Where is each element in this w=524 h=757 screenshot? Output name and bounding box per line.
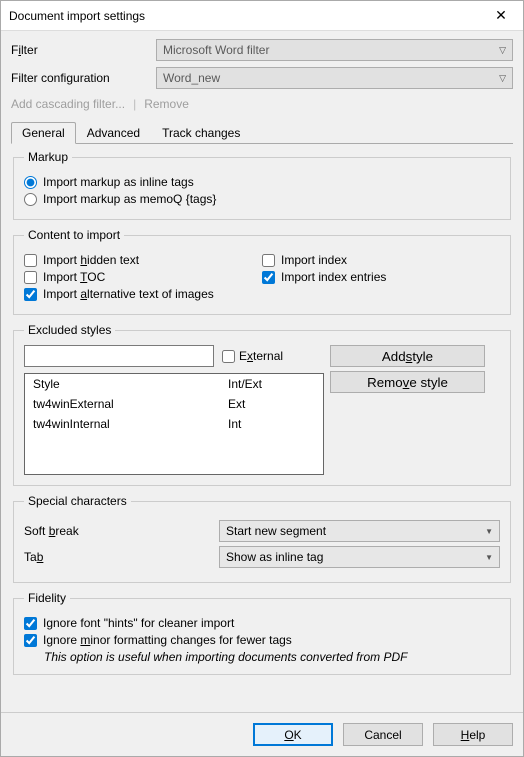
separator: | [133, 97, 136, 111]
tab-bar: General Advanced Track changes [11, 121, 513, 144]
minor-formatting-checkbox[interactable] [24, 634, 37, 647]
hints-checkbox[interactable] [24, 617, 37, 630]
fidelity-legend: Fidelity [24, 591, 70, 605]
general-panel: Markup Import markup as inline tags Impo… [11, 144, 513, 685]
fidelity-note: This option is useful when importing doc… [24, 650, 500, 664]
row-style: tw4winExternal [33, 397, 228, 411]
alt-text-option[interactable]: Import alternative text of images [24, 287, 262, 301]
filter-config-dropdown[interactable]: Word_new ▽ [156, 67, 513, 89]
close-button[interactable]: ✕ [479, 2, 523, 30]
markup-inline-label: Import markup as inline tags [43, 175, 194, 189]
add-style-button[interactable]: Add style [330, 345, 485, 367]
row-ie: Int [228, 417, 315, 431]
tab-advanced[interactable]: Advanced [76, 122, 151, 144]
filter-config-row: Filter configuration Word_new ▽ [11, 67, 513, 89]
chevron-down-icon: ▽ [499, 45, 506, 56]
table-row-empty [25, 454, 323, 474]
remove-filter-link[interactable]: Remove [144, 97, 189, 111]
markup-inline-option[interactable]: Import markup as inline tags [24, 175, 500, 189]
filter-label: Filter [11, 43, 156, 57]
softbreak-value: Start new segment [226, 524, 326, 538]
toc-checkbox[interactable] [24, 271, 37, 284]
tab-dropdown[interactable]: Show as inline tag ▼ [219, 546, 500, 568]
content-legend: Content to import [24, 228, 124, 242]
tab-track-changes[interactable]: Track changes [151, 122, 251, 144]
titlebar: Document import settings ✕ [1, 1, 523, 31]
hints-label: Ignore font "hints" for cleaner import [43, 616, 234, 630]
hidden-text-label: Import hidden text [43, 253, 139, 267]
row-style: tw4winInternal [33, 417, 228, 431]
filter-row: Filter Microsoft Word filter ▽ [11, 39, 513, 61]
table-row-empty [25, 434, 323, 454]
dialog-footer: OK Cancel Help [1, 712, 523, 756]
content-group: Content to import Import hidden text Imp… [13, 228, 511, 315]
index-checkbox[interactable] [262, 254, 275, 267]
excluded-legend: Excluded styles [24, 323, 115, 337]
ok-button[interactable]: OK [253, 723, 333, 746]
toc-option[interactable]: Import TOC [24, 270, 262, 284]
tab-general[interactable]: General [11, 122, 76, 144]
style-table: Style Int/Ext tw4winExternal Ext tw4winI… [24, 373, 324, 475]
softbreak-label: Soft break [24, 524, 219, 538]
fidelity-group: Fidelity Ignore font "hints" for cleaner… [13, 591, 511, 675]
special-chars-group: Special characters Soft break Start new … [13, 494, 511, 583]
external-label: External [239, 349, 283, 363]
softbreak-dropdown[interactable]: Start new segment ▼ [219, 520, 500, 542]
tab-value: Show as inline tag [226, 550, 323, 564]
filter-config-value: Word_new [163, 71, 220, 85]
add-cascading-filter-link[interactable]: Add cascading filter... [11, 97, 125, 111]
chevron-down-icon: ▽ [499, 73, 506, 84]
chevron-down-icon: ▼ [485, 553, 493, 562]
filter-dropdown[interactable]: Microsoft Word filter ▽ [156, 39, 513, 61]
markup-legend: Markup [24, 150, 72, 164]
markup-memoq-option[interactable]: Import markup as memoQ {tags} [24, 192, 500, 206]
markup-group: Markup Import markup as inline tags Impo… [13, 150, 511, 220]
remove-style-button[interactable]: Remove style [330, 371, 485, 393]
index-entries-option[interactable]: Import index entries [262, 270, 500, 284]
index-entries-label: Import index entries [281, 270, 386, 284]
external-option[interactable]: External [222, 349, 283, 363]
alt-text-checkbox[interactable] [24, 288, 37, 301]
content-area: Filter Microsoft Word filter ▽ Filter co… [1, 31, 523, 712]
excluded-styles-group: Excluded styles External Style [13, 323, 511, 486]
hints-option[interactable]: Ignore font "hints" for cleaner import [24, 616, 500, 630]
special-legend: Special characters [24, 494, 131, 508]
external-checkbox[interactable] [222, 350, 235, 363]
row-ie: Ext [228, 397, 315, 411]
style-table-header: Style Int/Ext [25, 374, 323, 394]
markup-memoq-radio[interactable] [24, 193, 37, 206]
tab-label: Tab [24, 550, 219, 564]
index-label: Import index [281, 253, 347, 267]
hidden-text-option[interactable]: Import hidden text [24, 253, 262, 267]
hidden-text-checkbox[interactable] [24, 254, 37, 267]
col-style: Style [33, 377, 228, 391]
close-icon: ✕ [495, 7, 507, 24]
filter-links: Add cascading filter... | Remove [11, 97, 513, 111]
cancel-button[interactable]: Cancel [343, 723, 423, 746]
filter-value: Microsoft Word filter [163, 43, 269, 57]
titlebar-title: Document import settings [9, 9, 145, 23]
chevron-down-icon: ▼ [485, 527, 493, 536]
toc-label: Import TOC [43, 270, 105, 284]
table-row[interactable]: tw4winInternal Int [25, 414, 323, 434]
minor-formatting-label: Ignore minor formatting changes for fewe… [43, 633, 292, 647]
index-entries-checkbox[interactable] [262, 271, 275, 284]
filter-config-label: Filter configuration [11, 71, 156, 85]
style-name-input[interactable] [24, 345, 214, 367]
markup-memoq-label: Import markup as memoQ {tags} [43, 192, 216, 206]
alt-text-label: Import alternative text of images [43, 287, 214, 301]
minor-formatting-option[interactable]: Ignore minor formatting changes for fewe… [24, 633, 500, 647]
index-option[interactable]: Import index [262, 253, 500, 267]
col-intext: Int/Ext [228, 377, 315, 391]
table-row[interactable]: tw4winExternal Ext [25, 394, 323, 414]
dialog-window: Document import settings ✕ Filter Micros… [0, 0, 524, 757]
markup-inline-radio[interactable] [24, 176, 37, 189]
help-button[interactable]: Help [433, 723, 513, 746]
